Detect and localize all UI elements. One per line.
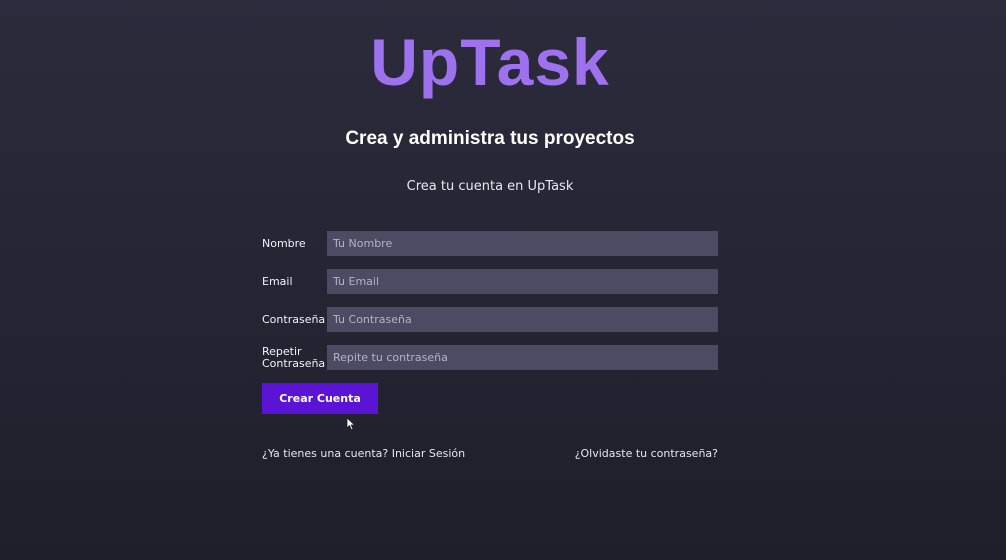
password-field-row: Contraseña (262, 307, 718, 333)
password-input[interactable] (327, 307, 718, 332)
mouse-pointer-icon (346, 417, 356, 431)
email-label: Email (262, 275, 293, 288)
page-subtitle: Crea tu cuenta en UpTask (406, 179, 574, 194)
name-input[interactable] (327, 231, 718, 256)
name-label: Nombre (262, 237, 306, 250)
tagline: Crea y administra tus proyectos (345, 128, 635, 149)
repeat-password-input[interactable] (327, 345, 718, 370)
email-field-row: Email (262, 269, 718, 295)
auth-links: ¿Ya tienes una cuenta? Iniciar Sesión ¿O… (262, 446, 718, 462)
login-link[interactable]: ¿Ya tienes una cuenta? Iniciar Sesión (262, 446, 465, 462)
create-account-button[interactable]: Crear Cuenta (262, 383, 378, 414)
repeat-password-field-row: Repetir Contraseña (262, 345, 718, 371)
repeat-password-label: Repetir Contraseña (262, 345, 326, 370)
password-label: Contraseña (262, 313, 326, 326)
name-field-row: Nombre (262, 231, 718, 257)
forgot-password-link[interactable]: ¿Olvidaste tu contraseña? (575, 446, 718, 462)
email-input[interactable] (327, 269, 718, 294)
logo: UpTask (370, 25, 610, 99)
